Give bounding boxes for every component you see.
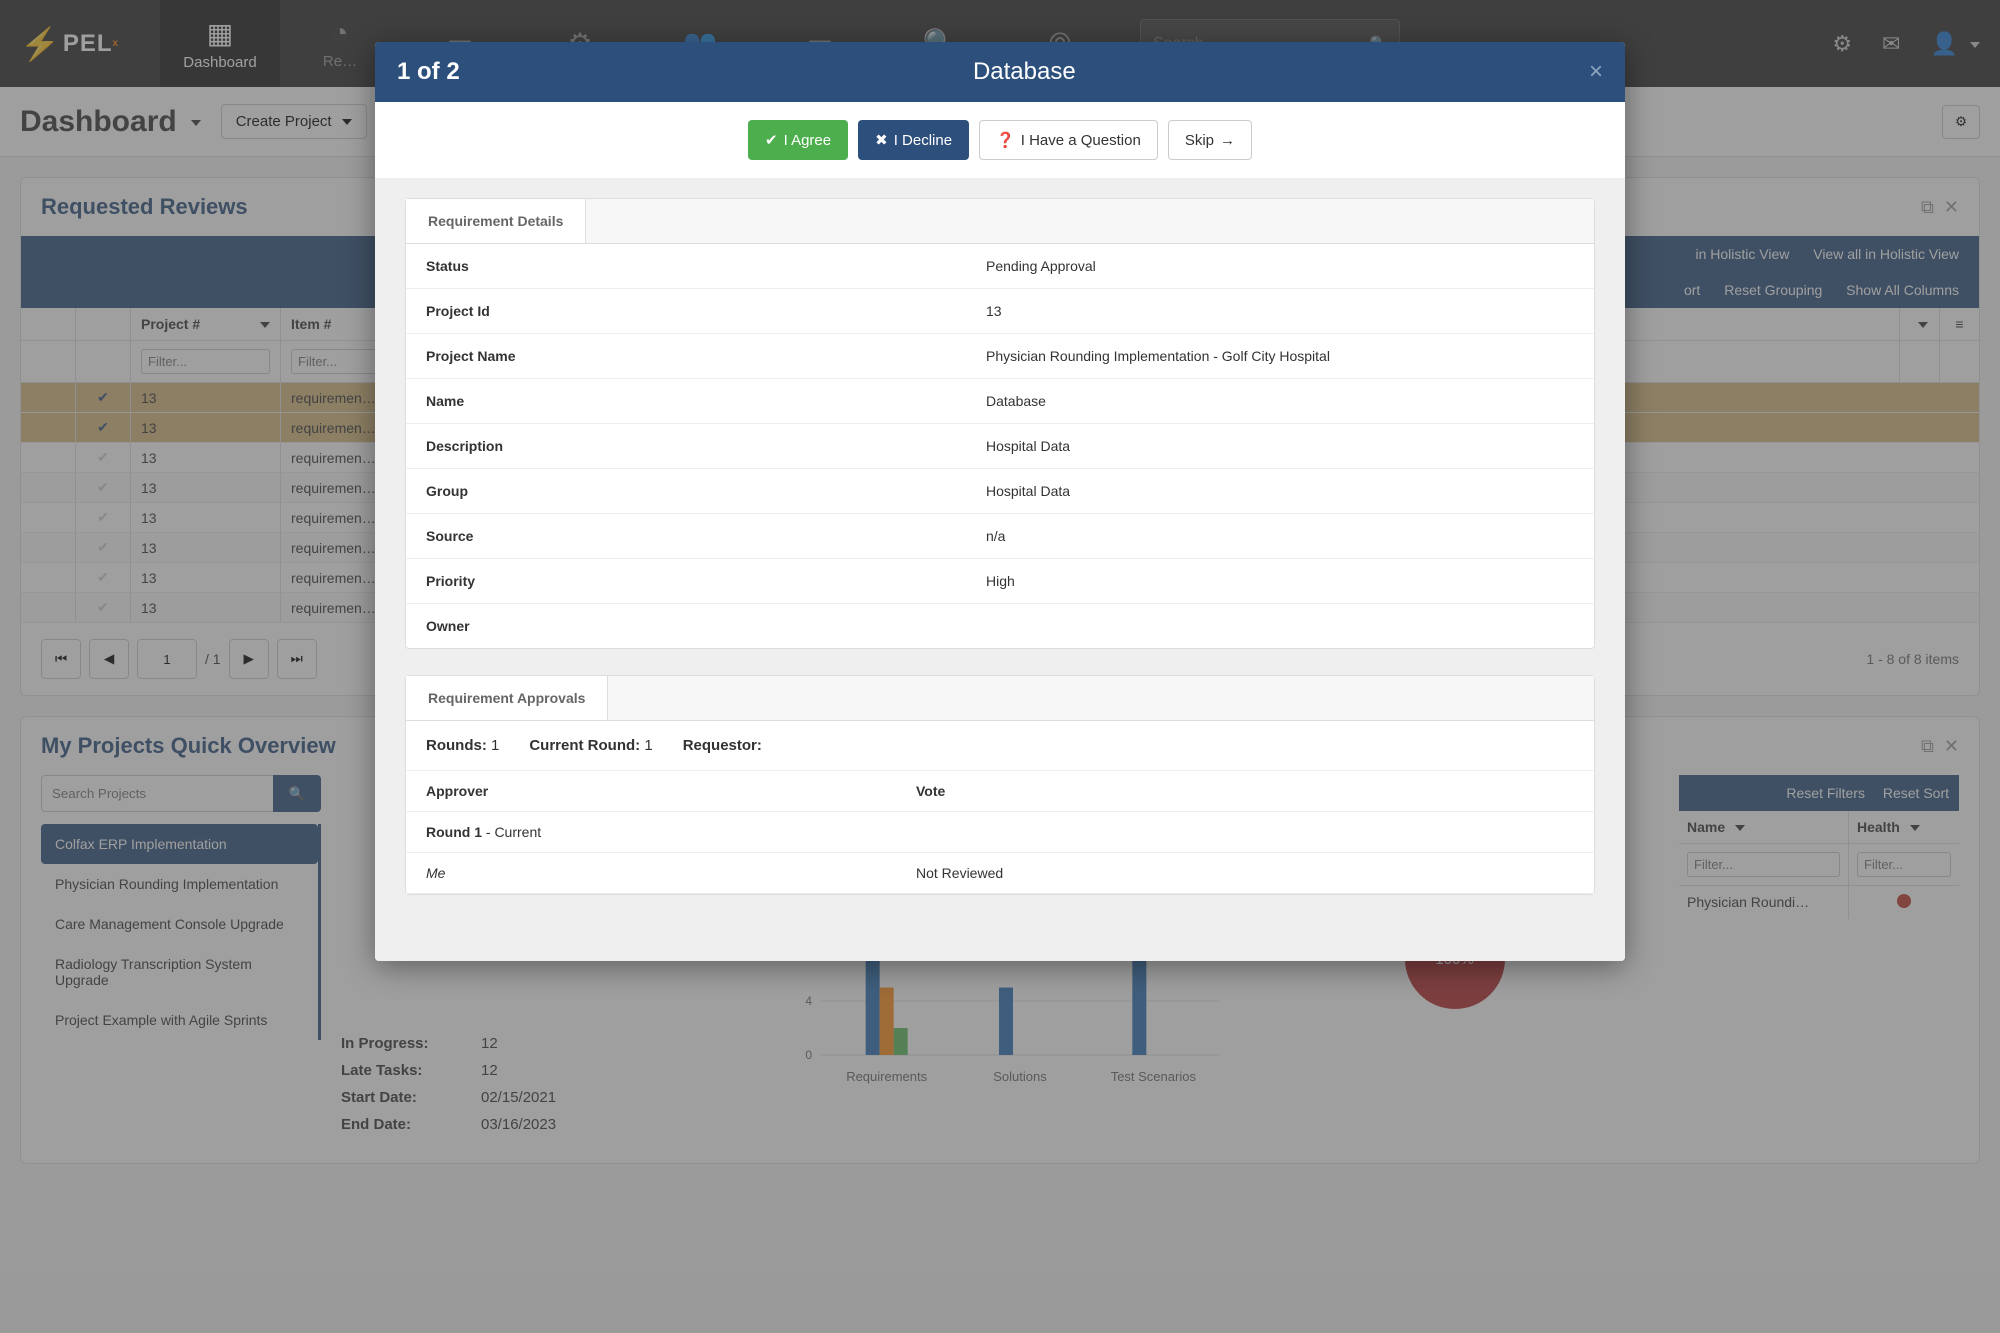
detail-row: GroupHospital Data [406, 469, 1594, 514]
detail-row: Sourcen/a [406, 514, 1594, 559]
modal-close-button[interactable]: × [1589, 58, 1603, 86]
modal-body: Requirement Details StatusPending Approv… [375, 178, 1625, 961]
modal-toolbar: ✔I Agree ✖I Decline ❓I Have a Question S… [375, 102, 1625, 178]
decline-button[interactable]: ✖I Decline [858, 120, 969, 160]
detail-row: DescriptionHospital Data [406, 424, 1594, 469]
detail-row: PriorityHigh [406, 559, 1594, 604]
round-row: Round 1 - Current [406, 812, 1594, 853]
detail-row: StatusPending Approval [406, 244, 1594, 289]
detail-row: Project Id13 [406, 289, 1594, 334]
arrow-right-icon: → [1220, 132, 1235, 149]
col-approver: Approver [426, 783, 916, 799]
agree-button[interactable]: ✔I Agree [748, 120, 848, 160]
approvals-box: Requirement Approvals Rounds: 1 Current … [405, 675, 1595, 895]
detail-row: Project NamePhysician Rounding Implement… [406, 334, 1594, 379]
detail-row: NameDatabase [406, 379, 1594, 424]
approval-row: Me Not Reviewed [406, 853, 1594, 894]
modal-overlay: 1 of 2 Database × ✔I Agree ✖I Decline ❓I… [0, 0, 2000, 1333]
modal-counter: 1 of 2 [397, 58, 460, 86]
x-icon: ✖ [875, 131, 888, 149]
modal: 1 of 2 Database × ✔I Agree ✖I Decline ❓I… [375, 42, 1625, 961]
check-icon: ✔ [765, 131, 778, 149]
tab-requirement-approvals[interactable]: Requirement Approvals [406, 676, 608, 720]
skip-button[interactable]: Skip→ [1168, 120, 1252, 160]
col-vote: Vote [916, 783, 945, 799]
detail-row: Owner [406, 604, 1594, 648]
approvals-meta: Rounds: 1 Current Round: 1 Requestor: [406, 721, 1594, 770]
details-box: Requirement Details StatusPending Approv… [405, 198, 1595, 649]
question-button[interactable]: ❓I Have a Question [979, 120, 1158, 160]
question-icon: ❓ [996, 131, 1015, 149]
modal-header: 1 of 2 Database × [375, 42, 1625, 102]
modal-title: Database [460, 58, 1589, 86]
tab-requirement-details[interactable]: Requirement Details [406, 199, 586, 243]
